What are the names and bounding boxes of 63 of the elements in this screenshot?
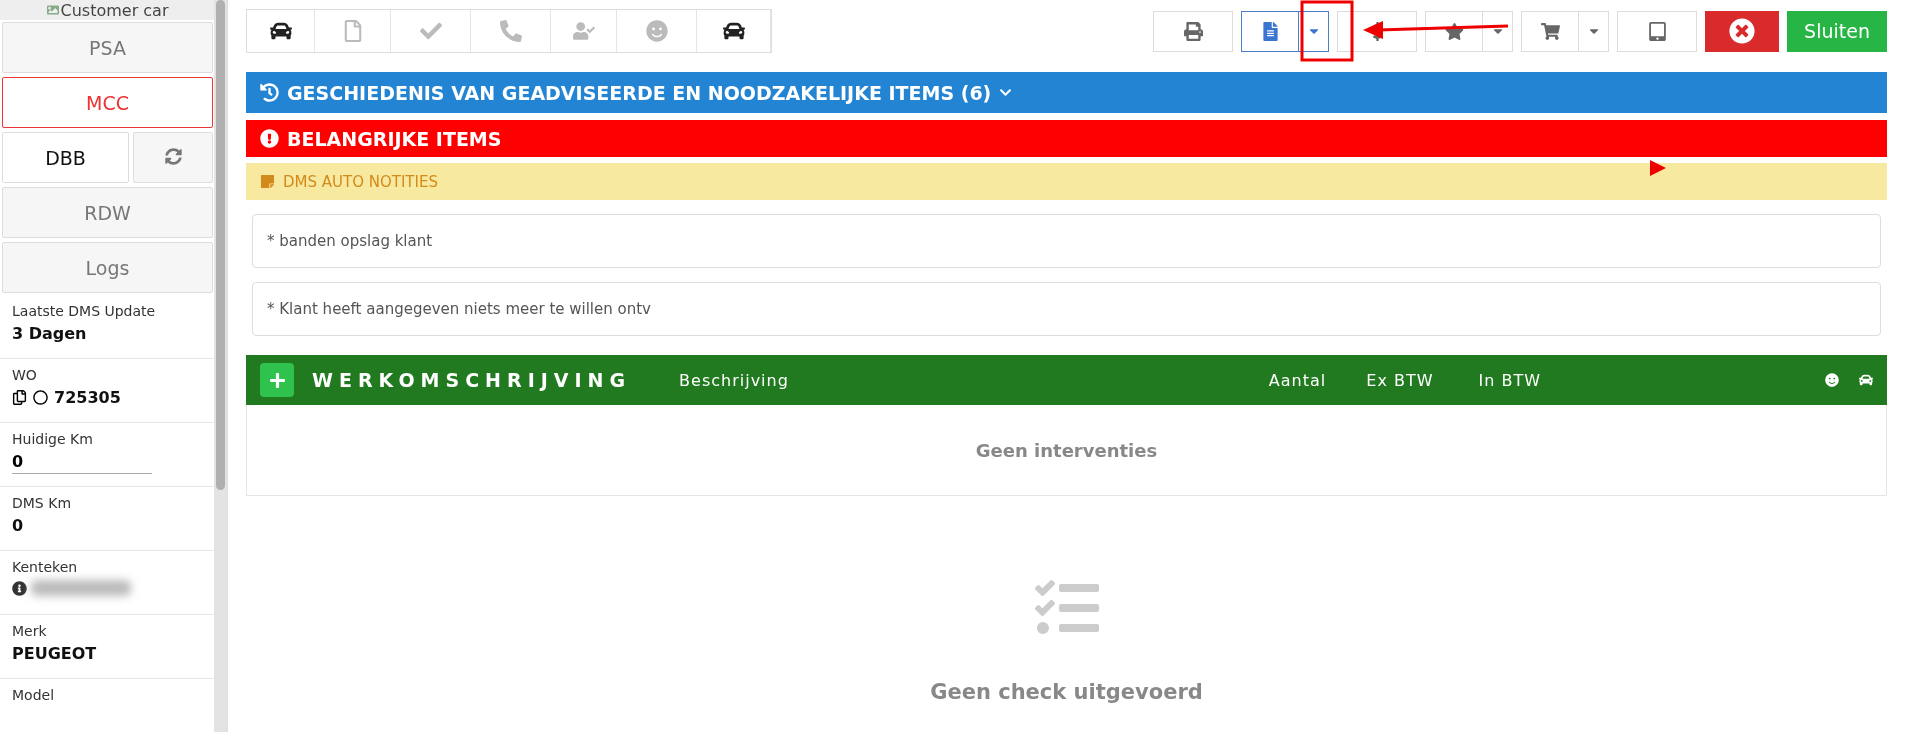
car-icon <box>1859 373 1873 387</box>
cancel-button[interactable] <box>1705 10 1779 52</box>
column-header: Beschrijving <box>679 370 789 390</box>
column-header: Aantal <box>1268 370 1327 390</box>
important-bar[interactable]: BELANGRIJKE ITEMS <box>246 120 1887 157</box>
source-tab[interactable]: Logs <box>2 242 213 293</box>
car-icon <box>722 20 745 42</box>
empty-check-message: Geen check uitgevoerd <box>930 680 1203 704</box>
important-title: BELANGRIJKE ITEMS <box>287 127 502 150</box>
field-value: 3 Dagen <box>12 324 88 343</box>
copy-icon[interactable] <box>12 390 27 405</box>
highlight-box <box>1300 0 1354 62</box>
history-bar[interactable]: GESCHIEDENIS VAN GEADVISEERDE EN NOODZAKELIJKE ITEMS (6) <box>246 72 1887 113</box>
close-icon <box>1729 18 1755 44</box>
field-value: 725305 <box>54 388 121 407</box>
refresh-icon <box>164 147 182 165</box>
field-value: 0 <box>12 516 25 535</box>
source-tab[interactable]: PSA <box>2 22 213 73</box>
history-icon <box>260 83 279 102</box>
plus-icon <box>268 371 286 389</box>
add-button[interactable] <box>260 363 294 397</box>
favorite-icon <box>1444 21 1464 41</box>
info-icon <box>12 580 27 596</box>
check-icon <box>419 20 442 42</box>
note-card: * Klant heeft aangegeven niets meer te willen ontv <box>252 282 1881 336</box>
cart-icon <box>1540 21 1560 41</box>
field-label: DMS Km <box>12 495 72 511</box>
field-label: Laatste DMS Update <box>12 303 157 319</box>
exclamation-icon <box>260 129 279 148</box>
empty-message: Geen interventies <box>246 405 1887 496</box>
refresh-button[interactable] <box>133 132 213 183</box>
user-check-icon <box>572 20 595 42</box>
field-label: Merk <box>12 623 48 639</box>
note-icon <box>260 174 275 189</box>
field-value: PEUGEOT <box>12 644 98 663</box>
smiley-icon <box>645 20 668 42</box>
tablet-icon <box>1647 21 1667 41</box>
column-header: In BTW <box>1478 370 1542 390</box>
print-icon <box>1183 21 1203 41</box>
tablet-button[interactable] <box>1617 10 1697 52</box>
close-button[interactable]: Sluiten <box>1787 10 1887 52</box>
field-label: WO <box>12 367 38 383</box>
column-header: Ex BTW <box>1366 370 1434 390</box>
km-input[interactable]: 0 <box>12 452 152 474</box>
notes-title: DMS AUTO NOTITIES <box>283 172 438 191</box>
field-label: Kenteken <box>12 559 79 575</box>
annotation-pointer <box>1650 160 1666 176</box>
field-label: Model <box>12 687 56 703</box>
history-title: GESCHIEDENIS VAN GEADVISEERDE EN NOODZAKELIJKE ITEMS (6) <box>287 81 992 104</box>
broken-image-icon <box>46 4 59 16</box>
phone-icon <box>499 20 522 42</box>
field-label: Huidige Km <box>12 431 94 447</box>
smiley-icon <box>1825 373 1839 387</box>
note-card: * banden opslag klant <box>252 214 1881 268</box>
work-title: WERKOMSCHRIJVING <box>312 369 632 391</box>
scrollbar[interactable] <box>214 0 227 732</box>
source-tab[interactable]: MCC <box>2 77 213 128</box>
chevron-down-icon <box>999 86 1013 99</box>
source-tab[interactable]: RDW <box>2 187 213 238</box>
car-icon <box>269 20 292 42</box>
document-icon <box>1260 21 1280 41</box>
print-button[interactable] <box>1153 10 1233 52</box>
source-tab[interactable]: DBB <box>2 132 129 183</box>
